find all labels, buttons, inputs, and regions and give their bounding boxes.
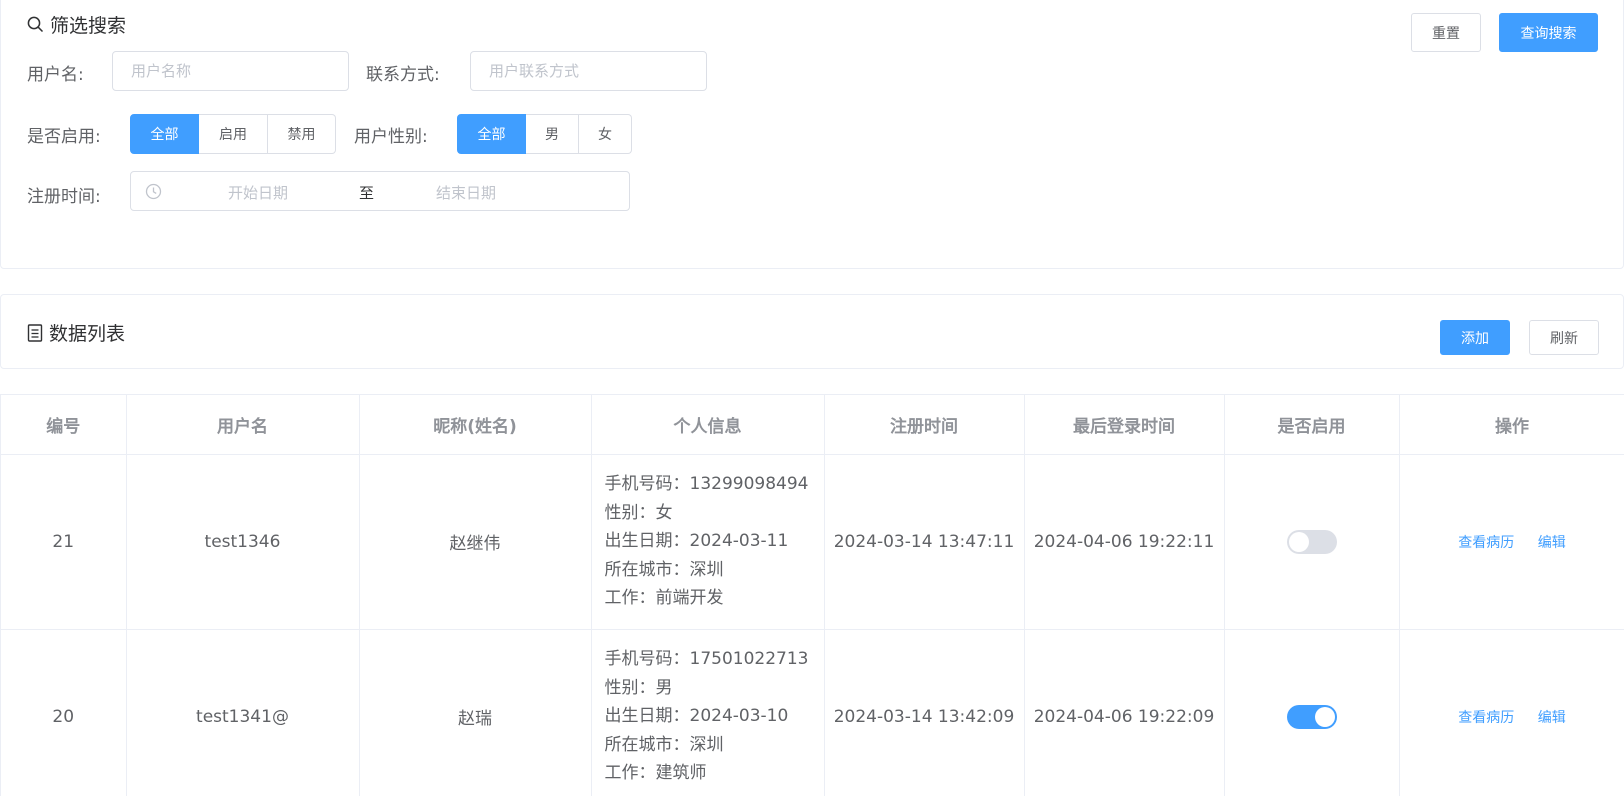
list-title-text: 数据列表 (49, 323, 126, 345)
list-icon (27, 323, 43, 342)
enabled-option-off[interactable]: 禁用 (268, 114, 336, 154)
info-job: 工作：建筑师 (604, 763, 707, 784)
username-input[interactable] (112, 51, 349, 91)
cell-username: test1346 (126, 454, 360, 630)
gender-option-all[interactable]: 全部 (457, 114, 526, 154)
enabled-label: 是否启用: (27, 127, 101, 147)
header-id: 编号 (1, 395, 127, 455)
enabled-option-all[interactable]: 全部 (130, 114, 199, 154)
cell-username: test1341@ (126, 629, 360, 796)
info-phone: 手机号码：17501022713 (604, 649, 809, 670)
header-enabled: 是否启用 (1224, 395, 1400, 455)
regtime-label: 注册时间: (27, 187, 101, 207)
view-record-link[interactable]: 查看病历 (1458, 535, 1514, 551)
cell-register-time: 2024-03-14 13:47:11 (824, 454, 1025, 630)
table-header-row: 编号 用户名 昵称(姓名) 个人信息 注册时间 最后登录时间 是否启用 操作 (1, 395, 1624, 455)
view-record-link[interactable]: 查看病历 (1458, 710, 1514, 726)
contact-label: 联系方式: (366, 65, 440, 85)
cell-id: 21 (1, 454, 127, 630)
date-range-picker[interactable]: 开始日期 至 结束日期 (130, 171, 630, 211)
enabled-option-on[interactable]: 启用 (199, 114, 268, 154)
edit-link[interactable]: 编辑 (1538, 710, 1566, 726)
reset-button[interactable]: 重置 (1411, 13, 1481, 52)
header-info: 个人信息 (591, 395, 825, 455)
toggle-knob (1288, 531, 1309, 552)
info-city: 所在城市：深圳 (604, 734, 724, 755)
cell-actions: 查看病历 编辑 (1399, 454, 1624, 630)
info-city: 所在城市：深圳 (604, 559, 724, 580)
cell-info: 手机号码：13299098494 性别：女 出生日期：2024-03-11 所在… (591, 454, 825, 630)
info-gender: 性别：男 (604, 677, 673, 698)
add-button[interactable]: 添加 (1440, 320, 1510, 355)
list-title: 数据列表 (27, 319, 125, 346)
info-birthday: 出生日期：2024-03-10 (604, 706, 789, 727)
table-row: 20 test1341@ 赵瑞 手机号码：17501022713 性别：男 出生… (1, 629, 1624, 796)
table-row: 21 test1346 赵继伟 手机号码：13299098494 性别：女 出生… (1, 454, 1624, 630)
user-management-page: 筛选搜索 重置 查询搜索 用户名: 联系方式: 是否启用: 全部 启用 禁用 用… (0, 0, 1624, 796)
gender-option-male[interactable]: 男 (526, 114, 579, 154)
header-register-time: 注册时间 (824, 395, 1025, 455)
enabled-toggle[interactable] (1286, 704, 1337, 729)
refresh-button[interactable]: 刷新 (1529, 320, 1599, 355)
cell-id: 20 (1, 629, 127, 796)
filter-title: 筛选搜索 (27, 11, 126, 38)
contact-input[interactable] (470, 51, 707, 91)
username-label: 用户名: (27, 65, 84, 85)
clock-icon (145, 183, 162, 204)
cell-nickname: 赵瑞 (359, 629, 592, 796)
gender-option-female[interactable]: 女 (579, 114, 632, 154)
header-nickname: 昵称(姓名) (359, 395, 592, 455)
cell-last-login: 2024-04-06 19:22:09 (1024, 629, 1225, 796)
user-table: 编号 用户名 昵称(姓名) 个人信息 注册时间 最后登录时间 是否启用 操作 2… (0, 394, 1624, 796)
header-last-login: 最后登录时间 (1024, 395, 1225, 455)
search-button[interactable]: 查询搜索 (1499, 13, 1598, 52)
start-date-input[interactable]: 开始日期 (228, 182, 288, 203)
cell-nickname: 赵继伟 (359, 454, 592, 630)
info-gender: 性别：女 (604, 502, 673, 523)
cell-actions: 查看病历 编辑 (1399, 629, 1624, 796)
toggle-knob (1314, 706, 1335, 727)
filter-title-text: 筛选搜索 (50, 15, 127, 37)
cell-info: 手机号码：17501022713 性别：男 出生日期：2024-03-10 所在… (591, 629, 825, 796)
edit-link[interactable]: 编辑 (1538, 535, 1566, 551)
range-separator: 至 (359, 184, 375, 202)
gender-radio-group: 全部 男 女 (457, 114, 632, 154)
search-icon (27, 16, 44, 33)
gender-label: 用户性别: (354, 127, 428, 147)
end-date-input[interactable]: 结束日期 (436, 182, 496, 203)
enabled-radio-group: 全部 启用 禁用 (130, 114, 336, 154)
cell-register-time: 2024-03-14 13:42:09 (824, 629, 1025, 796)
cell-enabled (1224, 629, 1400, 796)
header-username: 用户名 (126, 395, 360, 455)
cell-enabled (1224, 454, 1400, 630)
header-actions: 操作 (1399, 395, 1624, 455)
list-header-panel: 数据列表 添加 刷新 (0, 294, 1624, 369)
info-phone: 手机号码：13299098494 (604, 474, 809, 495)
info-birthday: 出生日期：2024-03-11 (604, 531, 789, 552)
filter-panel: 筛选搜索 重置 查询搜索 用户名: 联系方式: 是否启用: 全部 启用 禁用 用… (0, 0, 1624, 269)
enabled-toggle[interactable] (1286, 529, 1337, 554)
cell-last-login: 2024-04-06 19:22:11 (1024, 454, 1225, 630)
info-job: 工作：前端开发 (604, 588, 724, 609)
